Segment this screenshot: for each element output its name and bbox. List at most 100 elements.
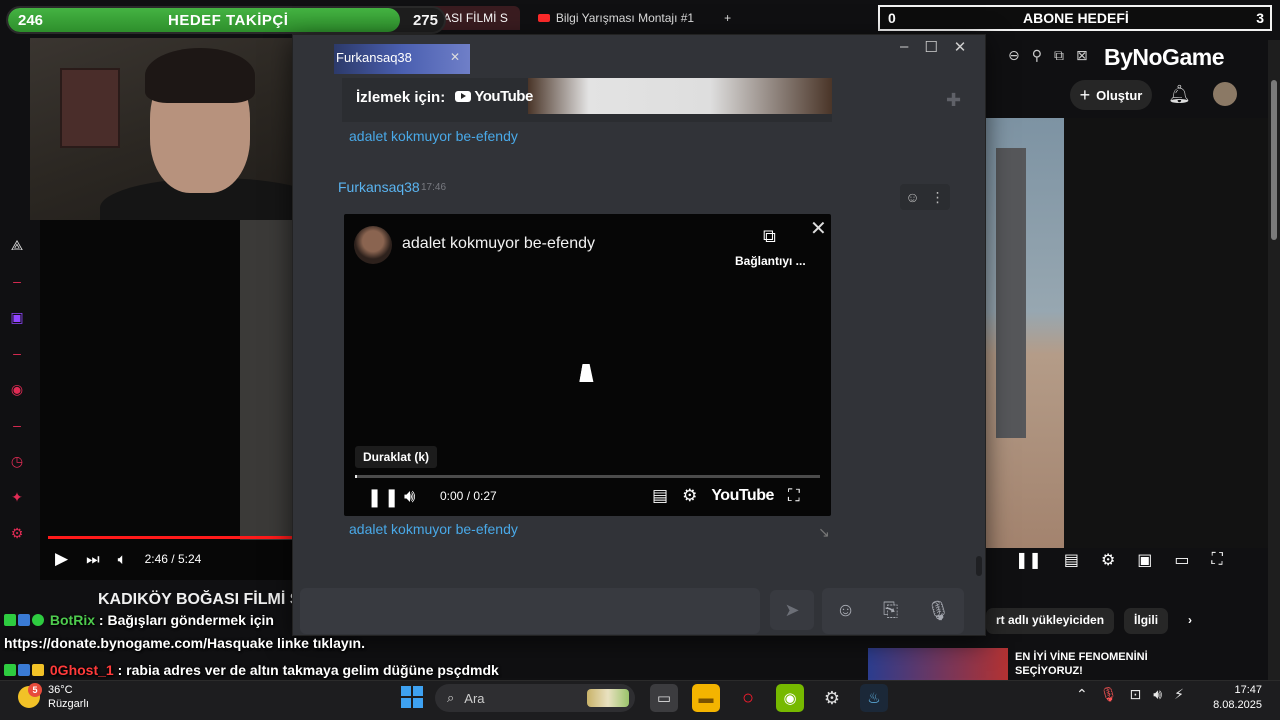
taskbar-clock[interactable]: 17:47 8.08.2025 <box>1208 683 1262 713</box>
microphone-icon[interactable]: 🎙︎ <box>1100 686 1118 703</box>
file-explorer-icon[interactable]: ▬ <box>692 684 720 712</box>
app-icon[interactable]: ⟁ <box>8 236 26 254</box>
play-icon[interactable]: ▶ <box>55 549 68 569</box>
chip-related[interactable]: İlgili <box>1124 608 1169 634</box>
message-link[interactable]: adalet kokmuyor be-efendy <box>349 521 518 537</box>
network-icon[interactable]: ⊡ <box>1130 686 1142 703</box>
player-time: 0:00 / 0:27 <box>440 489 497 503</box>
fullscreen-icon[interactable]: ⛶ <box>1212 551 1223 569</box>
message-link[interactable]: adalet kokmuyor be-efendy <box>349 128 518 144</box>
opera-icon[interactable]: ○ <box>734 684 762 712</box>
task-view-icon[interactable]: ▭ <box>650 684 678 712</box>
taskbar-search[interactable]: ⌕ Ara <box>435 684 635 712</box>
badge-icon <box>18 664 30 676</box>
battery-icon[interactable]: ⚡ <box>1174 686 1184 703</box>
filter-chips: rt adlı yükleyiciden İlgili › <box>986 608 1202 634</box>
emoji-icon[interactable]: ☺ <box>905 189 919 205</box>
clock-icon[interactable]: ◷ <box>8 452 26 470</box>
tab-bilgi[interactable]: Bilgi Yarışması Montajı #1 <box>526 6 706 30</box>
chevron-up-icon[interactable]: ⌃ <box>1076 686 1088 703</box>
weather-widget[interactable]: 5 36°C Rüzgarlı <box>18 683 89 711</box>
pin-icon[interactable]: ⚲ <box>1032 47 1042 64</box>
wall-poster <box>60 68 120 148</box>
pause-icon[interactable]: ❚❚ <box>1015 550 1042 570</box>
chevron-right-icon[interactable]: › <box>1178 608 1202 634</box>
puzzle-icon[interactable]: ✦ <box>8 488 26 506</box>
create-button[interactable]: + Oluştur <box>1070 80 1152 110</box>
youtube-logo[interactable]: YouTube <box>711 487 774 505</box>
player-title[interactable]: adalet kokmuyor be-efendy <box>402 235 595 253</box>
message-input[interactable] <box>300 588 760 634</box>
more-icon[interactable]: ⋮ <box>931 189 945 206</box>
subtitles-icon[interactable]: ▤ <box>652 486 668 506</box>
maximize-icon[interactable]: ☐ <box>924 38 937 56</box>
add-member-icon[interactable]: ✚ <box>946 90 961 111</box>
weather-icon: 5 <box>18 683 42 708</box>
next-icon[interactable]: ⏭ <box>86 551 100 568</box>
youtube-embed-preview[interactable]: İzlemek için: YouTube <box>342 78 832 122</box>
settings-app-icon[interactable]: ⚙ <box>818 684 846 712</box>
close-box-icon[interactable]: ⊠ <box>1076 47 1088 64</box>
left-video-player[interactable] <box>40 220 295 580</box>
tab-label: Bilgi Yarışması Montajı #1 <box>555 11 695 25</box>
steam-icon[interactable]: ♨ <box>860 684 888 712</box>
start-button[interactable] <box>401 686 423 708</box>
copy-link-label[interactable]: Bağlantıyı ... <box>735 254 806 268</box>
youtube-icon <box>537 14 550 22</box>
zoom-out-icon[interactable]: ⊖ <box>1008 47 1020 64</box>
theater-icon[interactable]: ▭ <box>1174 550 1189 570</box>
player-progress-fill <box>355 475 357 478</box>
subtitles-icon[interactable]: ▤ <box>1064 550 1079 570</box>
clock-date: 8.08.2025 <box>1213 699 1262 711</box>
bell-icon[interactable]: 🔔︎ <box>1168 84 1191 105</box>
left-video-title[interactable]: KADIKÖY BOĞASI FİLMİ S <box>98 591 300 609</box>
youtube-icon <box>455 91 472 102</box>
twitch-icon[interactable]: ▣ <box>8 308 26 326</box>
player-progress-track[interactable] <box>355 475 820 478</box>
pause-tooltip: Duraklat (k) <box>355 446 438 468</box>
chip-uploader[interactable]: rt adlı yükleyiciden <box>986 608 1115 634</box>
input-actions: ☺ ⎘ 🎙︎ <box>822 588 964 634</box>
close-icon[interactable]: ✕ <box>954 38 967 56</box>
minimize-icon[interactable]: – <box>900 38 908 56</box>
badge-icon <box>4 614 16 626</box>
attach-icon[interactable]: ⎘ <box>883 600 898 622</box>
resize-handle-icon[interactable]: ↘ <box>818 524 830 541</box>
avatar[interactable] <box>1213 82 1237 106</box>
microphone-icon[interactable]: 🎙︎ <box>926 599 950 623</box>
title-close-icon[interactable]: ✕ <box>450 50 460 64</box>
send-button[interactable]: ➤ <box>770 590 814 630</box>
emoji-icon[interactable]: ☺ <box>836 600 855 622</box>
right-video-player[interactable] <box>986 118 1268 548</box>
chat-scrollbar[interactable] <box>976 556 982 576</box>
recommended-title[interactable]: EN İYİ VİNE FENOMENİNİ SEÇİYORUZ! <box>1015 650 1165 678</box>
play-circle-icon[interactable]: ◉ <box>8 380 26 398</box>
gear-icon[interactable]: ⚙ <box>682 486 697 506</box>
miniplayer-icon[interactable]: ▣ <box>1137 550 1152 570</box>
badge-icon <box>4 664 16 676</box>
verified-icon <box>32 614 44 626</box>
message-author[interactable]: Furkansaq38 <box>338 179 420 195</box>
close-icon[interactable]: ✕ <box>810 216 827 241</box>
new-tab-button[interactable]: + <box>712 6 743 30</box>
gear-icon[interactable]: ⚙ <box>1101 550 1115 570</box>
nvidia-icon[interactable]: ◉ <box>776 684 804 712</box>
volume-icon[interactable]: 🔊︎ <box>404 486 415 507</box>
weather-description: Rüzgarlı <box>48 698 89 710</box>
gear-icon[interactable]: ⚙ <box>8 524 26 542</box>
follower-goal-label: HEDEF TAKİPÇİ <box>168 12 289 29</box>
channel-avatar[interactable] <box>354 226 392 264</box>
left-video-progress[interactable] <box>48 536 295 539</box>
pause-icon[interactable]: ❚❚ <box>367 487 401 508</box>
follower-goal-bar: 246 HEDEF TAKİPÇİ 275 <box>6 6 446 34</box>
scrollbar-thumb[interactable] <box>1271 80 1277 240</box>
fullscreen-icon[interactable]: ⛶ <box>788 486 800 506</box>
youtube-text: YouTube <box>474 88 533 105</box>
volume-icon[interactable]: 🔈︎ <box>118 551 127 568</box>
follower-current: 246 <box>18 12 44 29</box>
copy-icon[interactable]: ⧉ <box>763 226 776 247</box>
recommended-thumbnail[interactable] <box>868 648 1008 680</box>
crop-icon[interactable]: ⧉ <box>1054 47 1064 64</box>
page-scrollbar[interactable] <box>1268 40 1280 680</box>
speaker-icon[interactable]: 🔊︎ <box>1153 686 1162 703</box>
